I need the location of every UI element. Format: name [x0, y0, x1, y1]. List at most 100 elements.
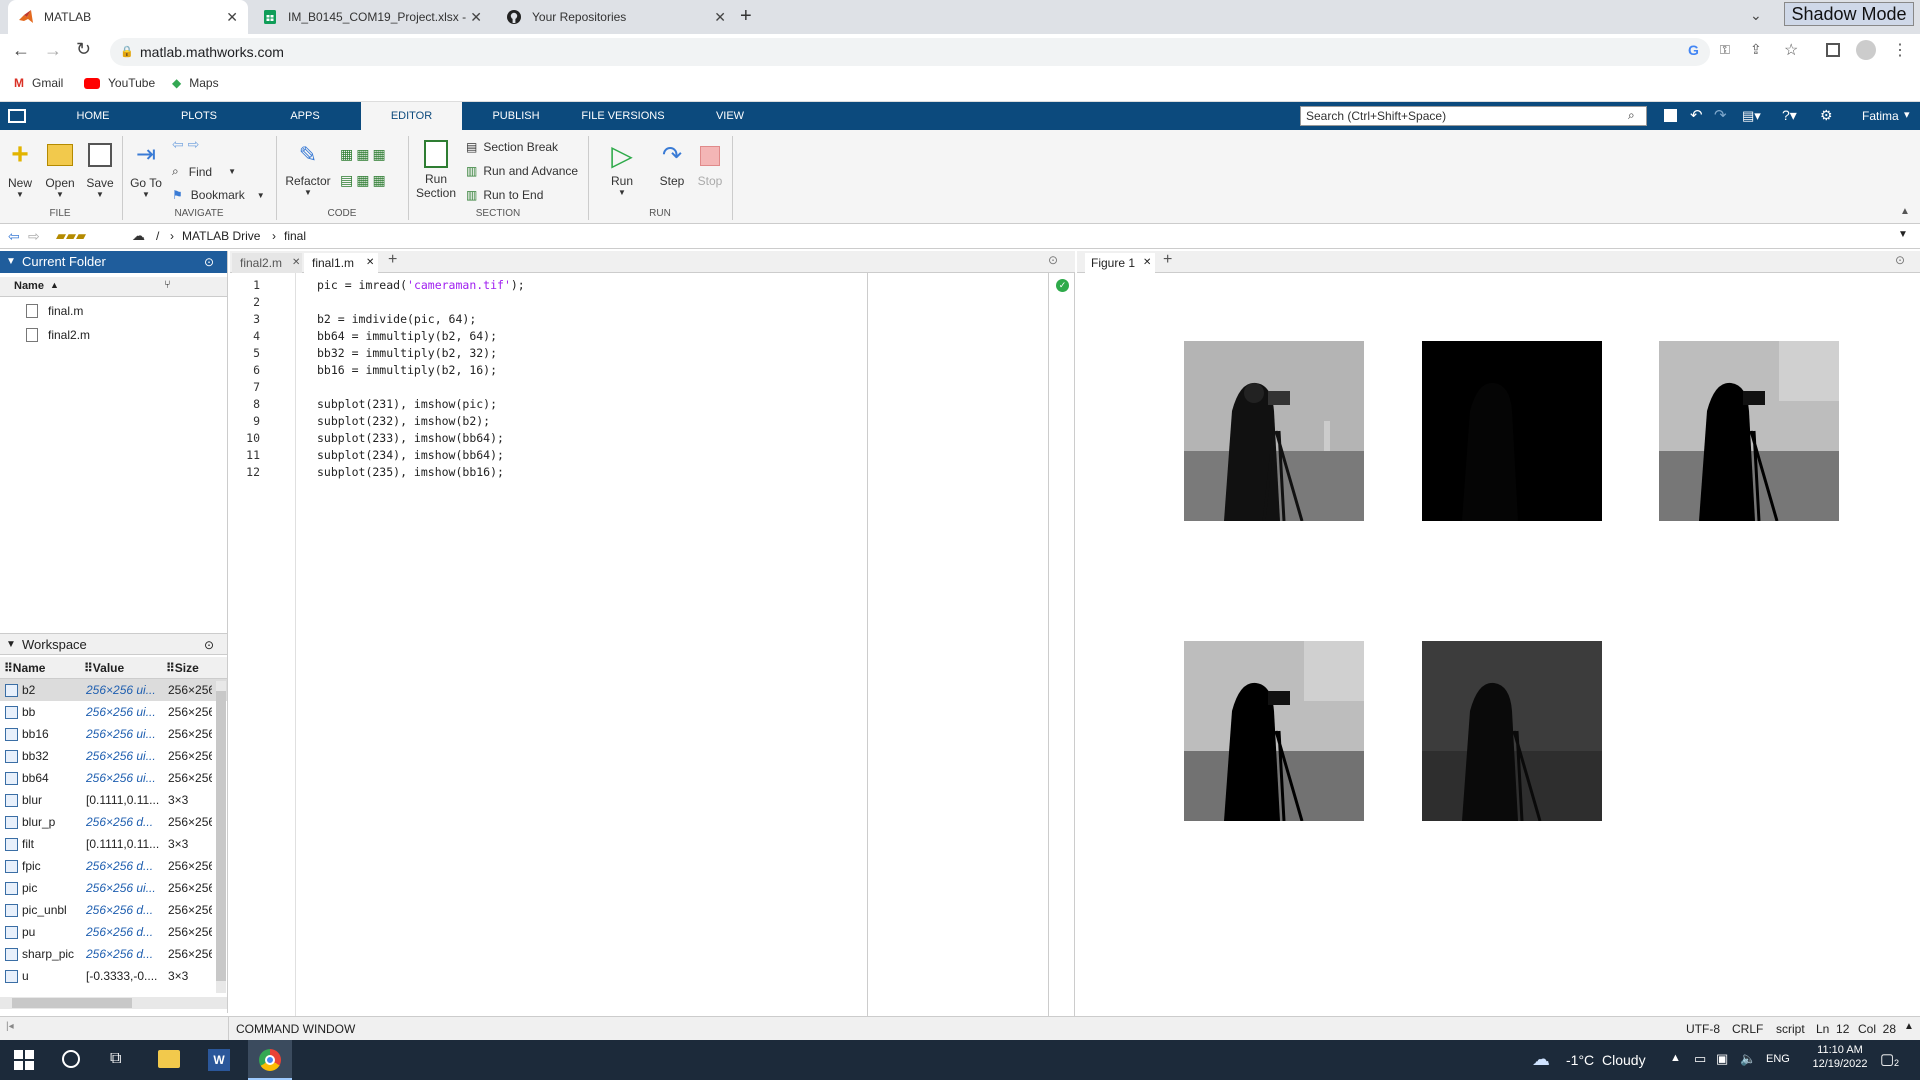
code-tools-icon[interactable]: ▤▦▦ — [340, 172, 389, 189]
run-and-advance-button[interactable]: ▥ Run and Advance — [466, 164, 578, 178]
volume-icon[interactable]: 🔈 — [1740, 1051, 1756, 1067]
user-menu-chevron-icon[interactable]: ▾ — [1904, 108, 1910, 121]
help-icon[interactable]: ?▾ — [1782, 107, 1797, 124]
network-icon[interactable]: ▣ — [1716, 1051, 1728, 1067]
undo-icon[interactable]: ↶ — [1690, 106, 1703, 124]
task-view-icon[interactable]: ⧉ — [110, 1050, 121, 1068]
code-area[interactable]: 1 pic = imread('cameraman.tif'); 2 3 b2 = im… — [230, 277, 860, 997]
tab-editor[interactable]: EDITOR — [361, 102, 462, 130]
browser-tab-matlab[interactable]: MATLAB ✕ — [8, 0, 248, 34]
stop-button[interactable]: Stop — [690, 140, 730, 188]
workspace-variable-row[interactable]: bb16 256×256 ui... 256×256 — [0, 723, 227, 745]
clock[interactable]: 11:10 AM 12/19/2022 — [1800, 1044, 1880, 1070]
col-size[interactable]: ⠿Size — [166, 657, 199, 679]
tab-publish[interactable]: PUBLISH — [478, 102, 554, 130]
figure-tab[interactable]: Figure 1 ✕ — [1085, 253, 1155, 274]
panel-options-icon[interactable]: ⊙ — [1895, 253, 1905, 267]
new-tab-icon[interactable]: + — [740, 5, 752, 28]
forward-icon[interactable]: → — [44, 40, 62, 61]
weather-desc[interactable]: Cloudy — [1602, 1052, 1646, 1068]
tab-apps[interactable]: APPS — [272, 102, 338, 130]
run-section-button[interactable]: Run Section — [414, 140, 458, 200]
bookmark-gmail[interactable]: M Gmail — [14, 76, 63, 90]
code-tools-icon[interactable]: ▦▦▦ — [340, 146, 389, 163]
search-icon[interactable]: ⌕ — [1628, 108, 1635, 123]
bookmark-button[interactable]: ⚑ Bookmark ▼ — [172, 188, 265, 202]
windows-start-icon[interactable] — [14, 1050, 34, 1070]
col-value[interactable]: ⠿Value — [84, 657, 124, 679]
account-icon[interactable]: ⚙ — [1820, 107, 1833, 124]
google-icon[interactable]: G — [1688, 42, 1699, 58]
panel-options-icon[interactable]: ⊙ — [204, 251, 214, 273]
workspace-variable-row[interactable]: bb32 256×256 ui... 256×256 — [0, 745, 227, 767]
tray-device-icon[interactable]: ▭ — [1694, 1051, 1706, 1067]
workspace-variable-row[interactable]: blur [0.1111,0.11... 3×3 — [0, 789, 227, 811]
nav-back-icon[interactable]: ⇦ — [8, 228, 20, 245]
window-layout-icon[interactable]: ▤▾ — [1742, 108, 1761, 124]
cloud-icon[interactable]: ☁ — [132, 228, 145, 244]
language-indicator[interactable]: ENG — [1766, 1053, 1790, 1065]
code-ok-check-icon[interactable]: ✓ — [1056, 279, 1069, 292]
workspace-variable-row[interactable]: sharp_pic 256×256 d... 256×256 — [0, 943, 227, 965]
redo-icon[interactable]: ↷ — [1714, 106, 1727, 124]
new-button[interactable]: + New ▼ — [4, 140, 36, 200]
browser-tab-github[interactable]: Your Repositories ✕ — [496, 0, 736, 34]
bookmark-maps[interactable]: ◆ Maps — [172, 76, 219, 90]
search-input[interactable]: Search (Ctrl+Shift+Space) — [1300, 106, 1647, 126]
close-tab-icon[interactable]: ✕ — [1143, 253, 1151, 273]
run-button[interactable]: ▷ Run ▼ — [602, 140, 642, 197]
browser-tab-sheets[interactable]: IM_B0145_COM19_Project.xlsx - ✕ — [252, 0, 492, 34]
close-tab-icon[interactable]: ✕ — [226, 9, 238, 26]
chevron-down-icon[interactable]: ⌄ — [1750, 7, 1762, 24]
path-dropdown-icon[interactable]: ▼ — [1898, 229, 1908, 240]
collapse-ribbon-icon[interactable]: ▲ — [1900, 206, 1910, 217]
workspace-hscrollbar[interactable] — [0, 997, 227, 1009]
profile-avatar[interactable] — [1856, 40, 1876, 60]
chrome-taskbar-item[interactable] — [248, 1040, 292, 1080]
new-figure-tab-icon[interactable]: + — [1163, 251, 1172, 269]
collapse-left-icon[interactable]: |◂ — [6, 1021, 14, 1032]
url-input[interactable]: 🔒 matlab.mathworks.com — [110, 38, 1710, 66]
close-tab-icon[interactable]: ✕ — [292, 253, 300, 273]
nav-forward-icon[interactable]: ⇨ — [28, 228, 40, 245]
key-icon[interactable]: ⚿ — [1720, 42, 1730, 58]
reload-icon[interactable]: ↻ — [76, 39, 91, 60]
workspace-variable-row[interactable]: bb64 256×256 ui... 256×256 — [0, 767, 227, 789]
workspace-variable-row[interactable]: pu 256×256 d... 256×256 — [0, 921, 227, 943]
collapse-icon[interactable]: ▼ — [6, 634, 16, 656]
weather-cloud-icon[interactable]: ☁ — [1532, 1049, 1550, 1070]
editor-tab-final2[interactable]: final2.m ✕ — [232, 253, 302, 273]
editor-tab-final1[interactable]: final1.m ✕ — [304, 253, 378, 274]
close-tab-icon[interactable]: ✕ — [714, 9, 726, 26]
notification-icon[interactable]: ▢ — [1880, 1050, 1894, 1068]
tray-chevron-icon[interactable]: ▲ — [1670, 1052, 1681, 1064]
tab-plots[interactable]: PLOTS — [166, 102, 232, 130]
workspace-variable-row[interactable]: bb 256×256 ui... 256×256 — [0, 701, 227, 723]
weather-temp[interactable]: -1°C — [1566, 1052, 1594, 1068]
shadow-mode-button[interactable]: Shadow Mode — [1784, 2, 1914, 26]
section-break-button[interactable]: ▤ Section Break — [466, 140, 558, 154]
folder-up-icon[interactable]: ▰▰▰ — [56, 228, 86, 244]
close-tab-icon[interactable]: ✕ — [470, 9, 482, 26]
workspace-variable-row[interactable]: pic 256×256 ui... 256×256 — [0, 877, 227, 899]
workspace-variable-row[interactable]: filt [0.1111,0.11... 3×3 — [0, 833, 227, 855]
open-button[interactable]: Open ▼ — [44, 140, 76, 199]
share-icon[interactable]: ⇪ — [1750, 41, 1762, 58]
workspace-scrollbar[interactable] — [216, 681, 226, 993]
run-to-end-button[interactable]: ▥ Run to End — [466, 188, 543, 202]
path-root[interactable]: / — [156, 229, 159, 243]
panel-options-icon[interactable]: ⊙ — [204, 634, 214, 656]
word-icon[interactable]: W — [208, 1049, 230, 1071]
col-name[interactable]: Name — [14, 280, 44, 292]
find-button[interactable]: ⌕ Find ▼ — [172, 164, 236, 179]
tab-view[interactable]: VIEW — [700, 102, 760, 130]
back-icon[interactable]: ← — [12, 40, 30, 61]
tab-home[interactable]: HOME — [60, 102, 126, 130]
back-forward-icon[interactable]: ⇦ ⇨ — [172, 136, 199, 153]
bookmark-youtube[interactable]: YouTube — [84, 76, 155, 90]
save-quick-icon[interactable] — [1664, 109, 1677, 122]
path-matlab-drive[interactable]: MATLAB Drive — [182, 229, 260, 243]
workspace-variable-row[interactable]: fpic 256×256 d... 256×256 — [0, 855, 227, 877]
new-editor-tab-icon[interactable]: + — [388, 251, 397, 269]
workspace-variable-row[interactable]: blur_p 256×256 d... 256×256 — [0, 811, 227, 833]
